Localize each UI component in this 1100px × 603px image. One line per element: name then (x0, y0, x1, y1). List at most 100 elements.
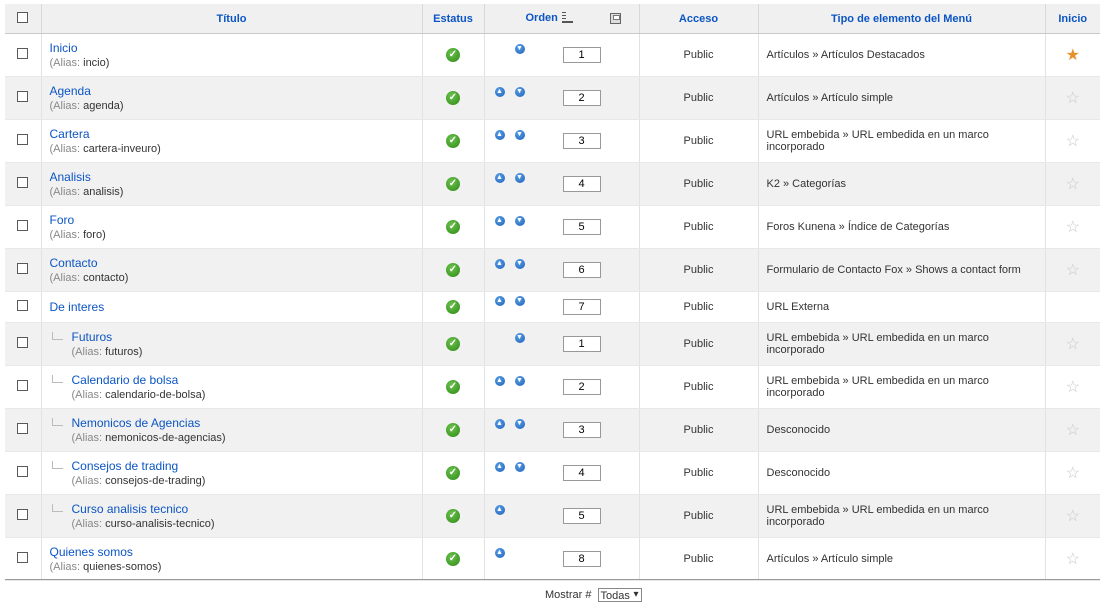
published-check-icon[interactable]: ✓ (446, 466, 460, 480)
home-star-icon[interactable]: ☆ (1066, 422, 1080, 439)
order-input[interactable] (562, 508, 601, 524)
move-up-arrow-icon[interactable]: ▲ (494, 173, 505, 183)
move-down-arrow-icon[interactable]: ▼ (514, 87, 525, 97)
move-up-arrow-icon[interactable]: ▲ (494, 419, 505, 429)
published-check-icon[interactable]: ✓ (446, 423, 460, 437)
orden-label[interactable]: Orden (526, 12, 558, 24)
published-check-icon[interactable]: ✓ (446, 380, 460, 394)
menu-item-title-link[interactable]: Agenda (50, 83, 422, 99)
row-checkbox[interactable] (17, 423, 29, 434)
menu-item-title-link[interactable]: De interes (50, 299, 422, 315)
row-checkbox[interactable] (17, 91, 29, 102)
display-limit-select[interactable]: Todas (597, 588, 642, 602)
move-down-arrow-icon[interactable]: ▼ (514, 259, 525, 269)
menu-item-title-link[interactable]: Curso analisis tecnico (72, 501, 422, 517)
sort-icon[interactable] (561, 12, 573, 24)
home-star-icon[interactable]: ☆ (1066, 379, 1080, 396)
published-check-icon[interactable]: ✓ (446, 509, 460, 523)
move-up-arrow-icon[interactable]: ▲ (494, 130, 505, 140)
home-star-icon[interactable]: ★ (1066, 47, 1080, 64)
move-up-arrow-icon[interactable]: ▲ (494, 259, 505, 269)
move-up-arrow-icon[interactable]: ▲ (494, 548, 505, 558)
order-input[interactable] (562, 336, 601, 352)
menu-item-title-link[interactable]: Calendario de bolsa (72, 372, 422, 388)
row-checkbox[interactable] (17, 48, 29, 59)
home-star-icon[interactable]: ☆ (1066, 133, 1080, 150)
select-all-checkbox[interactable] (17, 11, 29, 23)
row-checkbox[interactable] (17, 466, 29, 477)
home-star-icon[interactable]: ☆ (1066, 90, 1080, 107)
menu-item-title-link[interactable]: Nemonicos de Agencias (72, 415, 422, 431)
menu-item-title-link[interactable]: Contacto (50, 255, 422, 271)
order-input[interactable] (562, 90, 601, 106)
row-checkbox[interactable] (17, 134, 29, 145)
menu-item-type: Artículos » Artículo simple (758, 537, 1046, 581)
menu-item-title-link[interactable]: Consejos de trading (72, 458, 422, 474)
move-up-arrow-icon[interactable]: ▲ (494, 505, 505, 515)
order-input[interactable] (562, 176, 601, 192)
home-star-icon[interactable]: ☆ (1066, 219, 1080, 236)
header-titulo[interactable]: Título (41, 4, 423, 34)
published-check-icon[interactable]: ✓ (446, 220, 460, 234)
move-up-arrow-icon[interactable]: ▲ (494, 462, 505, 472)
home-star-icon[interactable]: ☆ (1066, 336, 1080, 353)
menu-item-title-link[interactable]: Analisis (50, 169, 422, 185)
menu-item-title-link[interactable]: Futuros (72, 329, 422, 345)
home-star-icon[interactable]: ☆ (1066, 465, 1080, 482)
status-cell: ✓ (422, 248, 485, 292)
home-star-icon[interactable]: ☆ (1066, 508, 1080, 525)
order-input[interactable] (562, 299, 601, 315)
menu-item-title-link[interactable]: Foro (50, 212, 422, 228)
row-checkbox[interactable] (17, 380, 29, 391)
move-up-arrow-icon[interactable]: ▲ (494, 376, 505, 386)
order-input[interactable] (562, 262, 601, 278)
row-checkbox[interactable] (17, 220, 29, 231)
order-input[interactable] (562, 219, 601, 235)
move-up-arrow-icon[interactable]: ▲ (494, 296, 505, 306)
header-select-all[interactable] (5, 4, 42, 34)
published-check-icon[interactable]: ✓ (446, 177, 460, 191)
order-input[interactable] (562, 47, 601, 63)
move-down-arrow-icon[interactable]: ▼ (514, 44, 525, 54)
move-down-arrow-icon[interactable]: ▼ (514, 296, 525, 306)
row-checkbox[interactable] (17, 177, 29, 188)
move-down-arrow-icon[interactable]: ▼ (514, 462, 525, 472)
menu-item-title-link[interactable]: Cartera (50, 126, 422, 142)
published-check-icon[interactable]: ✓ (446, 552, 460, 566)
order-input[interactable] (562, 422, 601, 438)
header-estatus[interactable]: Estatus (422, 4, 485, 34)
row-checkbox[interactable] (17, 337, 29, 348)
published-check-icon[interactable]: ✓ (446, 91, 460, 105)
row-checkbox[interactable] (17, 509, 29, 520)
move-down-arrow-icon[interactable]: ▼ (514, 333, 525, 343)
published-check-icon[interactable]: ✓ (446, 263, 460, 277)
move-down-arrow-icon[interactable]: ▼ (514, 376, 525, 386)
order-input[interactable] (562, 379, 601, 395)
order-input[interactable] (562, 551, 601, 567)
home-star-icon[interactable]: ☆ (1066, 551, 1080, 568)
home-star-icon[interactable]: ☆ (1066, 176, 1080, 193)
home-star-icon[interactable]: ☆ (1066, 262, 1080, 279)
save-order-icon[interactable] (609, 12, 621, 24)
published-check-icon[interactable]: ✓ (446, 337, 460, 351)
move-up-arrow-icon[interactable]: ▲ (494, 87, 505, 97)
menu-item-title-link[interactable]: Inicio (50, 40, 422, 56)
move-down-arrow-icon[interactable]: ▼ (514, 419, 525, 429)
row-checkbox[interactable] (17, 300, 29, 311)
move-up-arrow-icon[interactable]: ▲ (494, 216, 505, 226)
move-down-arrow-icon[interactable]: ▼ (514, 173, 525, 183)
published-check-icon[interactable]: ✓ (446, 134, 460, 148)
published-check-icon[interactable]: ✓ (446, 48, 460, 62)
move-down-arrow-icon[interactable]: ▼ (514, 216, 525, 226)
header-inicio[interactable]: Inicio (1045, 4, 1100, 34)
move-down-arrow-icon[interactable]: ▼ (514, 130, 525, 140)
row-checkbox[interactable] (17, 263, 29, 274)
menu-item-title-link[interactable]: Quienes somos (50, 544, 422, 560)
header-tipo[interactable]: Tipo de elemento del Menú (758, 4, 1046, 34)
header-orden[interactable]: Orden (484, 4, 640, 34)
row-checkbox[interactable] (17, 552, 29, 563)
header-acceso[interactable]: Acceso (639, 4, 759, 34)
order-input[interactable] (562, 465, 601, 481)
order-input[interactable] (562, 133, 601, 149)
published-check-icon[interactable]: ✓ (446, 300, 460, 314)
